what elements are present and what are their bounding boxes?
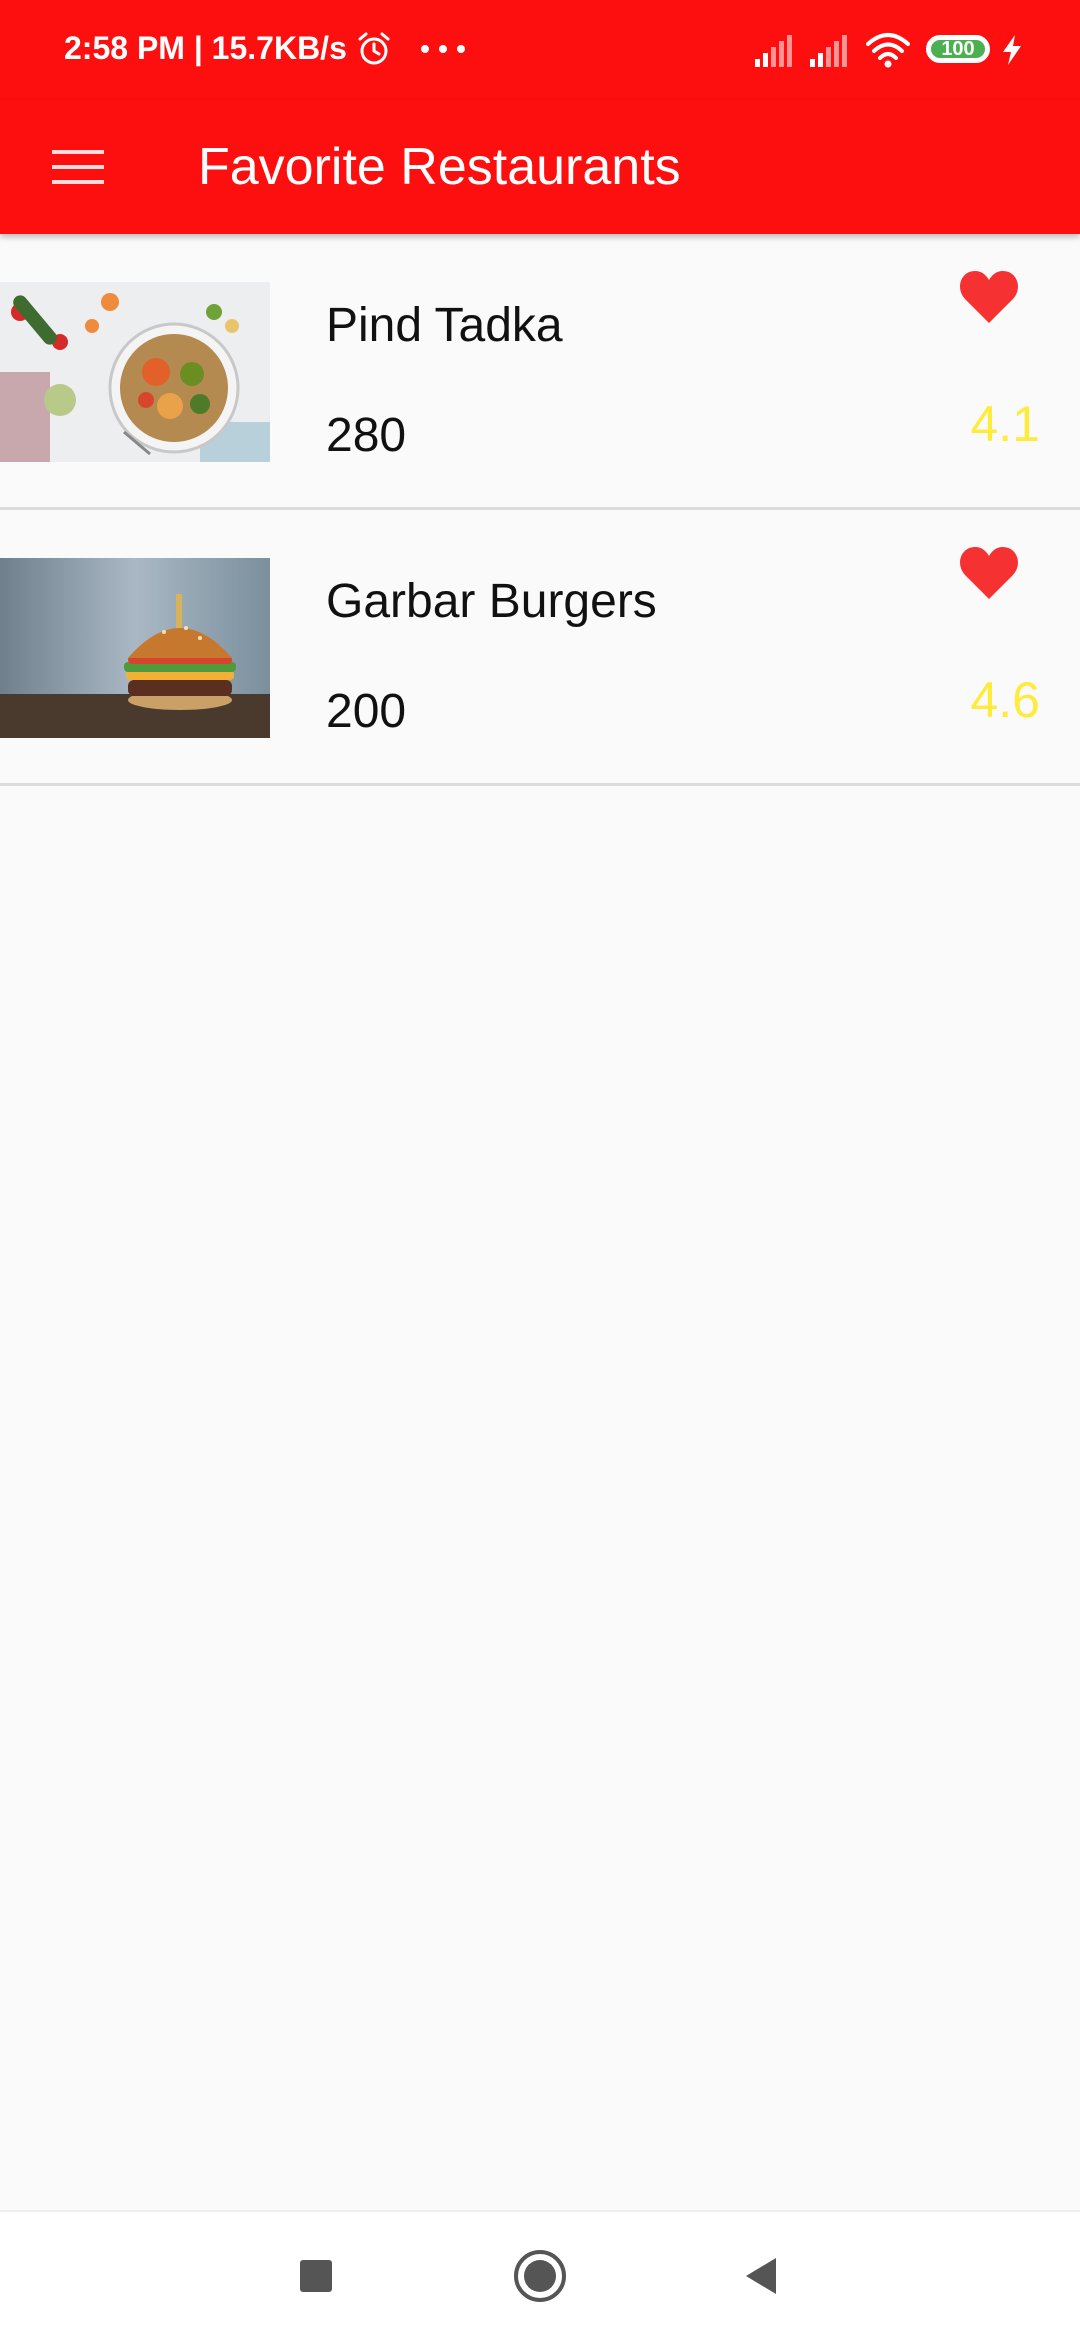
battery-icon: 100	[926, 35, 990, 63]
system-nav-bar	[0, 2210, 1080, 2340]
restaurant-image	[0, 282, 270, 462]
page-title: Favorite Restaurants	[198, 138, 681, 196]
signal-icon	[810, 35, 847, 67]
restaurant-rating: 4.1	[970, 396, 1040, 452]
restaurant-list: Pind Tadka 280 4.1 Garbar Burgers 200 4.…	[0, 234, 1080, 786]
back-button[interactable]	[722, 2236, 802, 2316]
restaurant-price: 280	[326, 409, 407, 462]
battery-level: 100	[941, 38, 975, 60]
back-icon	[746, 2258, 776, 2294]
wifi-icon	[866, 33, 910, 68]
menu-icon	[52, 150, 104, 184]
home-button[interactable]	[500, 2236, 580, 2316]
favorite-button[interactable]	[956, 264, 1022, 330]
recent-apps-button[interactable]	[276, 2236, 356, 2316]
app-bar: Favorite Restaurants	[0, 100, 1080, 234]
charging-icon	[1003, 35, 1021, 65]
status-bar: 2:58 PM | 15.7KB/s 100	[0, 0, 1080, 100]
list-item[interactable]: Pind Tadka 280 4.1	[0, 234, 1080, 510]
more-dots-icon	[421, 45, 465, 53]
signal-icon	[755, 35, 792, 67]
heart-icon	[960, 271, 1018, 323]
restaurant-name: Garbar Burgers	[326, 575, 657, 628]
alarm-icon	[358, 32, 390, 65]
restaurant-image	[0, 558, 270, 738]
restaurant-name: Pind Tadka	[326, 299, 563, 352]
burger-photo	[0, 558, 270, 738]
heart-icon	[960, 547, 1018, 599]
home-icon	[514, 2250, 566, 2302]
menu-button[interactable]	[36, 125, 120, 209]
salad-bowl-photo	[0, 282, 270, 462]
status-time-speed: 2:58 PM | 15.7KB/s	[64, 30, 347, 66]
recent-apps-icon	[300, 2260, 332, 2292]
restaurant-price: 200	[326, 685, 407, 738]
restaurant-rating: 4.6	[970, 672, 1040, 728]
favorite-button[interactable]	[956, 540, 1022, 606]
list-item[interactable]: Garbar Burgers 200 4.6	[0, 510, 1080, 786]
